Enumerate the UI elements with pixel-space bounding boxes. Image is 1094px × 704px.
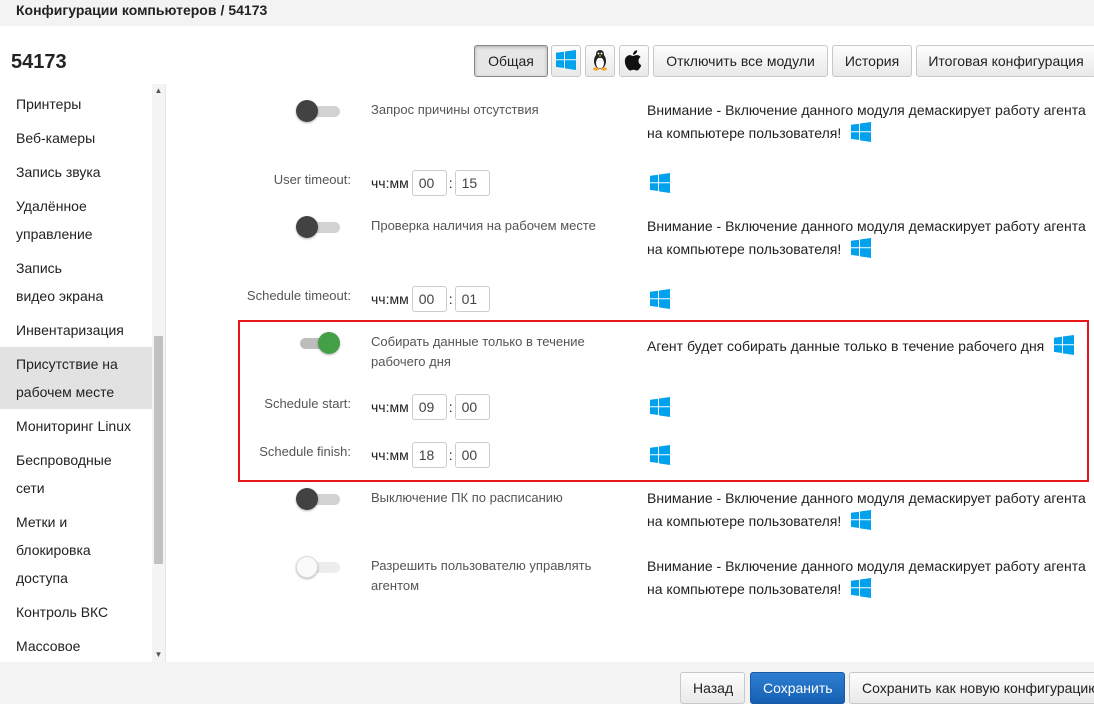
breadcrumb-parent-link[interactable]: Конфигурации компьютеров — [16, 2, 216, 18]
setting-row-schedule-timeout: Schedule timeout: чч:мм : — [166, 286, 1094, 316]
linux-filter-button[interactable] — [585, 45, 615, 77]
scheduled-shutdown-toggle[interactable] — [296, 488, 340, 510]
setting-row-schedule-start: Schedule start: чч:мм : — [166, 394, 1094, 424]
save-button[interactable]: Сохранить — [750, 672, 845, 704]
workday-only-note: Агент будет собирать данные только в теч… — [647, 335, 1094, 358]
history-button[interactable]: История — [832, 45, 912, 77]
sidebar-item-mass[interactable]: Массовое — [0, 629, 152, 662]
disable-all-modules-button[interactable]: Отключить все модули — [653, 45, 828, 77]
scroll-up-icon[interactable]: ▲ — [152, 86, 165, 96]
sidebar-item-printers[interactable]: Принтеры — [0, 87, 152, 121]
user-control-agent-warning: Внимание - Включение данного модуля дема… — [647, 555, 1094, 601]
windows-icon — [650, 289, 670, 309]
sidebar-item-access-tags[interactable]: Метки и блокировка доступа — [0, 505, 110, 595]
schedule-timeout-hours-input[interactable] — [411, 286, 447, 312]
workday-only-note-text: Агент будет собирать данные только в теч… — [647, 338, 1045, 354]
footer-bar: Назад Сохранить Сохранить как новую конф… — [0, 662, 1094, 704]
windows-icon — [650, 397, 670, 417]
scroll-thumb[interactable] — [154, 336, 163, 564]
schedule-timeout-time: чч:мм : — [371, 286, 490, 312]
absence-reason-warning: Внимание - Включение данного модуля дема… — [647, 99, 1094, 145]
workplace-check-label: Проверка наличия на рабочем месте — [371, 218, 596, 233]
windows-icon — [1054, 335, 1075, 355]
scroll-down-icon[interactable]: ▼ — [152, 650, 165, 660]
absence-reason-toggle[interactable] — [296, 100, 340, 122]
schedule-finish-hours-input[interactable] — [411, 442, 447, 468]
schedule-finish-time: чч:мм : — [371, 442, 490, 468]
schedule-start-minutes-input[interactable] — [454, 394, 490, 420]
schedule-start-time: чч:мм : — [371, 394, 490, 420]
save-as-new-configuration-button[interactable]: Сохранить как новую конфигурацию — [849, 672, 1094, 704]
workplace-check-toggle[interactable] — [296, 216, 340, 238]
final-configuration-button[interactable]: Итоговая конфигурация — [916, 45, 1094, 77]
user-control-agent-toggle[interactable] — [296, 556, 340, 578]
schedule-start-hours-input[interactable] — [411, 394, 447, 420]
absence-reason-label: Запрос причины отсутствия — [371, 102, 539, 117]
linux-icon — [590, 49, 610, 74]
setting-row-user-control-agent: Разрешить пользователю управлять агентом… — [166, 555, 1094, 615]
windows-icon — [851, 238, 872, 258]
breadcrumb-current: 54173 — [228, 2, 268, 18]
setting-row-scheduled-shutdown: Выключение ПК по расписанию Внимание - В… — [166, 487, 1094, 547]
user-timeout-time: чч:мм : — [371, 170, 490, 196]
sidebar-item-workplace-presence[interactable]: Присутствие на рабочем месте — [0, 347, 152, 409]
user-timeout-minutes-input[interactable] — [454, 170, 490, 196]
breadcrumb-separator: / — [220, 2, 225, 18]
setting-row-user-timeout: User timeout: чч:мм : — [166, 170, 1094, 200]
user-timeout-label: User timeout: — [273, 172, 351, 187]
windows-icon — [851, 510, 872, 530]
windows-icon — [851, 122, 872, 142]
workday-only-toggle[interactable] — [296, 332, 340, 354]
back-button[interactable]: Назад — [680, 672, 745, 704]
sidebar-item-inventory[interactable]: Инвентаризация — [0, 313, 152, 347]
setting-row-workplace-check: Проверка наличия на рабочем месте Вниман… — [166, 214, 1094, 274]
user-timeout-hours-input[interactable] — [411, 170, 447, 196]
sidebar-item-linux-monitoring[interactable]: Мониторинг Linux — [0, 409, 152, 443]
page-title: 54173 — [11, 51, 67, 73]
schedule-finish-label: Schedule finish: — [259, 444, 351, 459]
user-timeout-unit: чч:мм — [371, 175, 409, 191]
schedule-start-label: Schedule start: — [264, 396, 351, 411]
schedule-finish-unit: чч:мм — [371, 447, 409, 463]
workplace-check-warning: Внимание - Включение данного модуля дема… — [647, 215, 1094, 261]
setting-row-workday-only: Собирать данные только в течение рабочег… — [166, 332, 1094, 382]
sidebar-item-screen-recording[interactable]: Запись видео экрана — [0, 251, 120, 313]
apple-icon — [624, 49, 644, 74]
sidebar-nav: Принтеры Веб-камеры Запись звука Удалённ… — [0, 84, 152, 662]
sidebar-item-vcs-control[interactable]: Контроль ВКС — [0, 595, 152, 629]
schedule-timeout-label: Schedule timeout: — [246, 288, 351, 303]
windows-filter-button[interactable] — [551, 45, 581, 77]
schedule-timeout-minutes-input[interactable] — [454, 286, 490, 312]
sidebar-item-webcams[interactable]: Веб-камеры — [0, 121, 152, 155]
schedule-finish-minutes-input[interactable] — [454, 442, 490, 468]
windows-icon — [851, 578, 872, 598]
setting-row-schedule-finish: Schedule finish: чч:мм : — [166, 442, 1094, 472]
sidebar-scrollbar[interactable]: ▲ ▼ — [152, 84, 165, 662]
user-control-agent-label: Разрешить пользователю управлять агентом — [371, 558, 592, 593]
sidebar-item-sound-recording[interactable]: Запись звука — [0, 155, 152, 189]
sidebar-item-remote-control[interactable]: Удалённое управление — [0, 189, 110, 251]
setting-row-absence-reason: Запрос причины отсутствия Внимание - Вкл… — [166, 98, 1094, 158]
apple-filter-button[interactable] — [619, 45, 649, 77]
breadcrumb: Конфигурации компьютеров/54173 — [0, 0, 1094, 26]
sidebar-item-wireless-networks[interactable]: Беспроводные сети — [0, 443, 120, 505]
schedule-start-unit: чч:мм — [371, 399, 409, 415]
workday-only-label: Собирать данные только в течение рабочег… — [371, 334, 585, 369]
windows-icon — [556, 49, 576, 73]
schedule-timeout-unit: чч:мм — [371, 291, 409, 307]
scheduled-shutdown-label: Выключение ПК по расписанию — [371, 490, 563, 505]
scheduled-shutdown-warning: Внимание - Включение данного модуля дема… — [647, 487, 1094, 533]
general-button[interactable]: Общая — [474, 45, 548, 77]
windows-icon — [650, 173, 670, 193]
windows-icon — [650, 445, 670, 465]
